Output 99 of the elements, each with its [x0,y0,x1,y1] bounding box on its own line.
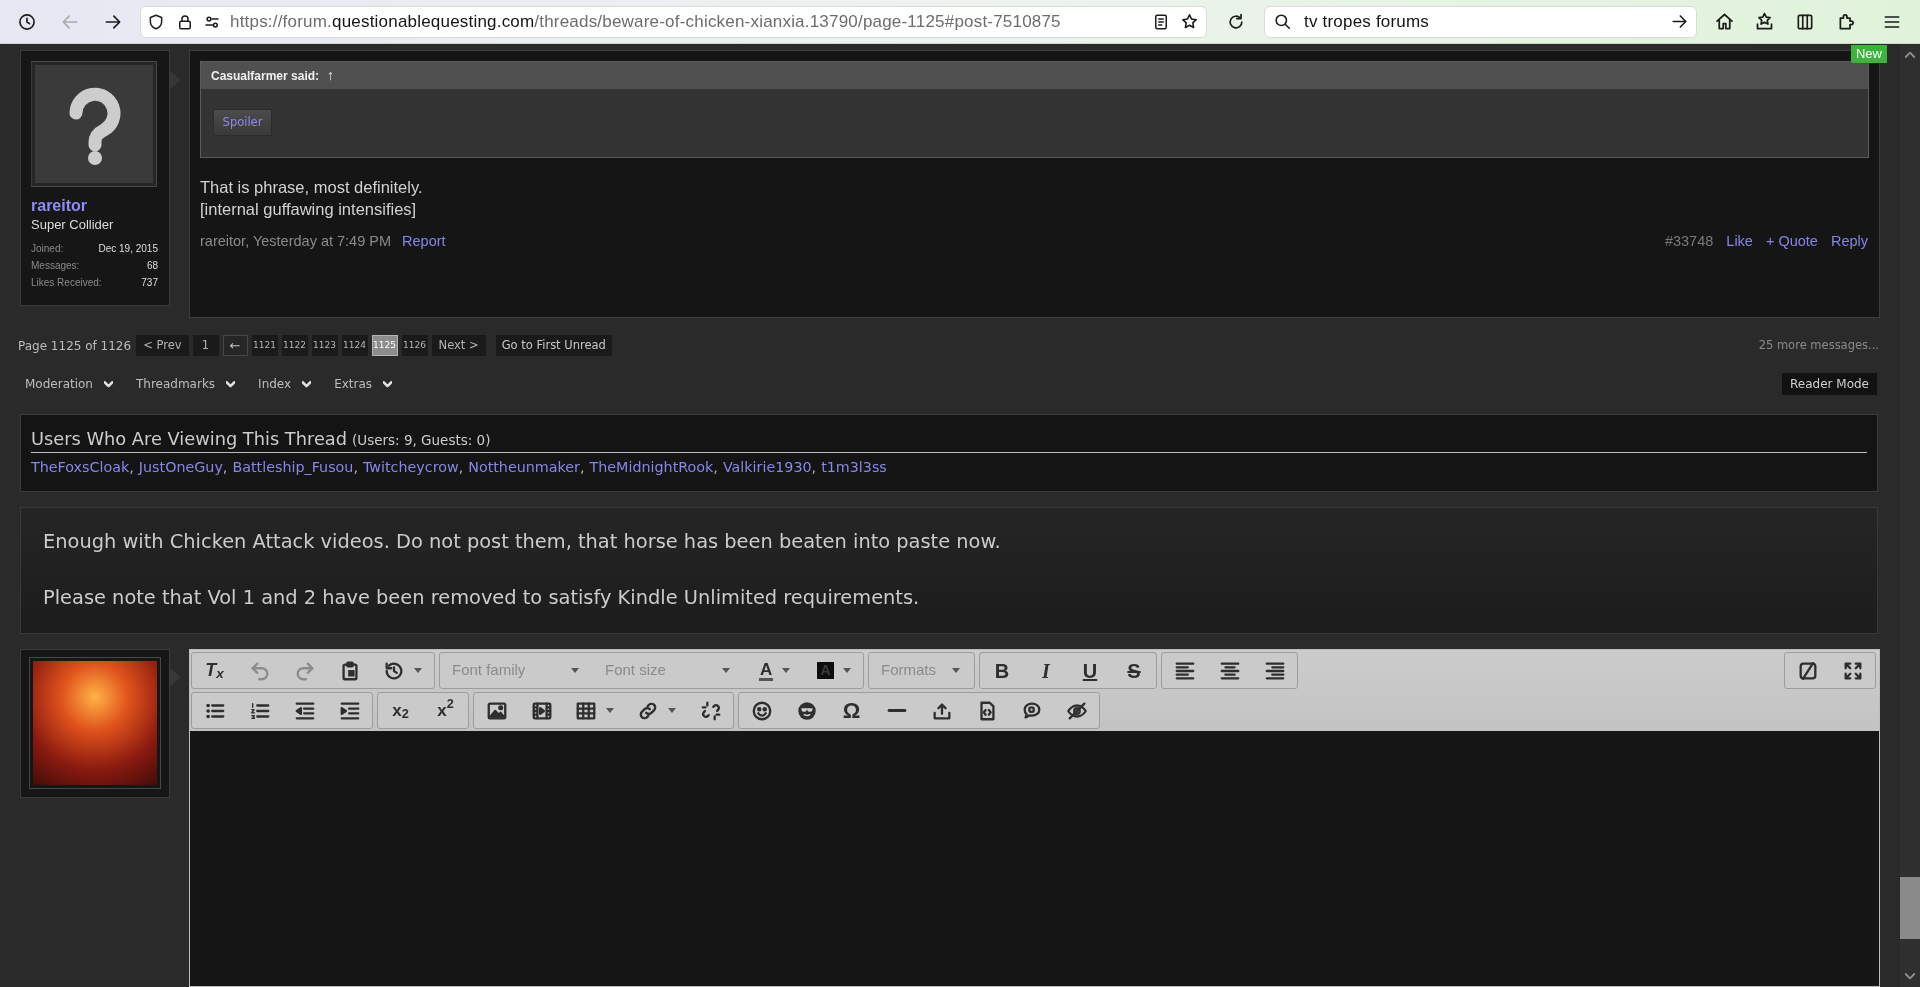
user-link[interactable]: Nottheunmaker [468,458,580,477]
pagination-link[interactable]: 1126 [401,335,428,356]
caret-icon [843,668,851,673]
post-text: That is phrase, most definitely. [200,177,424,198]
superscript-button[interactable]: x$^{2}$ [423,693,468,728]
url-text[interactable]: https://forum.questionablequesting.com/threads/beware-of-chicken-xianxia.13790/page-1125#post-7510875 [230,8,1061,35]
user-link[interactable]: TheFoxsCloak [31,458,130,477]
horizontal-line-icon [886,709,907,712]
document-icon[interactable] [1152,12,1170,31]
menu-dropdown[interactable]: Extras [334,375,393,393]
reader-mode-button[interactable]: Reader Mode [1782,373,1877,395]
pagination-link[interactable]: 1 [192,335,219,356]
text-color-button[interactable]: A [744,653,803,688]
italic-button[interactable]: I [1024,653,1068,688]
viewers-title: Users Who Are Viewing This Thread [31,427,347,451]
stat-label: Likes Received: [31,276,102,290]
search-field[interactable]: tv tropes forums [1264,5,1697,38]
menu-dropdown[interactable]: Threadmarks [135,375,236,393]
viewers-count: (Users: 9, Guests: 0) [352,431,491,450]
editor-field[interactable] [190,731,1879,986]
like-link[interactable]: Like [1726,231,1753,253]
user-link[interactable]: JustOneGuy [138,458,223,477]
user-link[interactable]: Twitcheycrow [362,458,459,477]
star-icon[interactable] [1180,12,1199,31]
underline-button[interactable]: U [1068,653,1112,688]
user-title: Super Collider [31,216,115,234]
caret-icon [722,668,730,673]
post-meta: rareitor, Yesterday at 7:49 PM [200,232,392,252]
broken-chain-icon [699,699,722,722]
scroll-down-icon[interactable] [1905,973,1915,980]
new-badge: New [1851,45,1887,63]
menu-dropdown[interactable]: Index [258,375,312,393]
pagination-link[interactable]: < Prev [136,335,189,356]
caret-icon [952,668,960,673]
more-messages-link[interactable]: 25 more messages... [1758,336,1879,355]
scrollbar-thumb[interactable] [1900,877,1920,939]
subscript-button[interactable]: x$_{2}$ [378,693,423,728]
clock-icon[interactable] [17,11,37,32]
page-count: Page 1125 of 1126 [18,337,132,355]
user-link[interactable]: Valkirie1930 [722,458,812,477]
strikethrough-button[interactable]: S [1112,653,1156,688]
user-link[interactable]: t1m3l3ss [821,458,887,477]
menu-dropdown[interactable]: Moderation [25,375,113,393]
reload-icon[interactable] [1226,11,1246,32]
pagination-link[interactable]: 1124 [341,335,368,356]
scrollbar[interactable] [1900,44,1920,987]
reply-link[interactable]: Reply [1830,231,1868,253]
post-text: [internal guffawing intensifies] [200,199,418,220]
special-character-button[interactable]: Ω [829,693,874,728]
stat-value: 737 [141,276,158,290]
lock-icon[interactable] [176,12,194,31]
chevron-down-icon [103,379,113,389]
list-separator: , [222,458,228,477]
stat-value: Dec 19, 2015 [98,242,158,256]
pagination-link[interactable]: Next > [431,335,486,356]
pagination-link[interactable]: 1121 [251,335,278,356]
stat-label: Joined: [31,242,64,256]
pagination-link[interactable]: 1123 [311,335,338,356]
list-separator: , [811,458,817,477]
caret-icon [414,668,422,673]
caret-icon [782,668,791,673]
username-link[interactable]: rareitor [31,196,158,216]
chevron-down-icon [226,379,236,389]
list-separator: , [353,458,358,477]
quote-link[interactable]: + Quote [1765,231,1818,253]
caret-icon [668,708,676,713]
url-field[interactable]: https://forum.questionablequesting.com/threads/beware-of-chicken-xianxia.13790/page-1125#post-7510875 [140,5,1207,38]
post-permalink[interactable]: #33748 [1664,231,1714,253]
jump-to-quote-link[interactable]: ↑ [327,65,335,86]
list-separator: , [129,458,134,477]
pagination-link[interactable]: 1122 [281,335,308,356]
stat-value: 68 [146,259,158,273]
list-separator: , [458,458,464,477]
smiley-icon [750,699,773,722]
chevron-down-icon [383,379,393,389]
shield-icon[interactable] [147,12,165,31]
search-icon [1273,12,1292,31]
clear-formatting-button[interactable]: T$_{x}$ [192,653,237,688]
quote-attribution: Casualfarmer said: [211,67,320,85]
chevron-down-icon [302,379,312,389]
question-mark-icon [31,61,157,187]
eye-slash-icon [1065,699,1088,722]
caret-icon [606,708,614,713]
bold-button[interactable]: B [980,653,1024,688]
arrow-right-icon[interactable] [1670,12,1689,31]
page-jump-button[interactable]: ← [222,335,248,356]
list-separator: , [579,458,585,477]
stat-label: Messages: [31,259,80,273]
list-separator: , [713,458,718,477]
user-link[interactable]: Battleship_Fusou [232,458,354,477]
scroll-up-icon[interactable] [1905,51,1915,58]
first-unread-button[interactable]: Go to First Unread [495,335,612,356]
caret-icon [571,668,579,673]
user-link[interactable]: TheMidnightRook [589,458,714,477]
sunglasses-face-icon [795,699,818,722]
home-icon[interactable] [1713,11,1735,32]
notice-text: Please note that Vol 1 and 2 have been removed to satisfy Kindle Unlimited requirements. [43,585,920,611]
notice-text: Enough with Chicken Attack videos. Do not post them, that horse has been beaten into paste now. [43,529,1001,555]
report-link[interactable]: Report [402,231,446,253]
